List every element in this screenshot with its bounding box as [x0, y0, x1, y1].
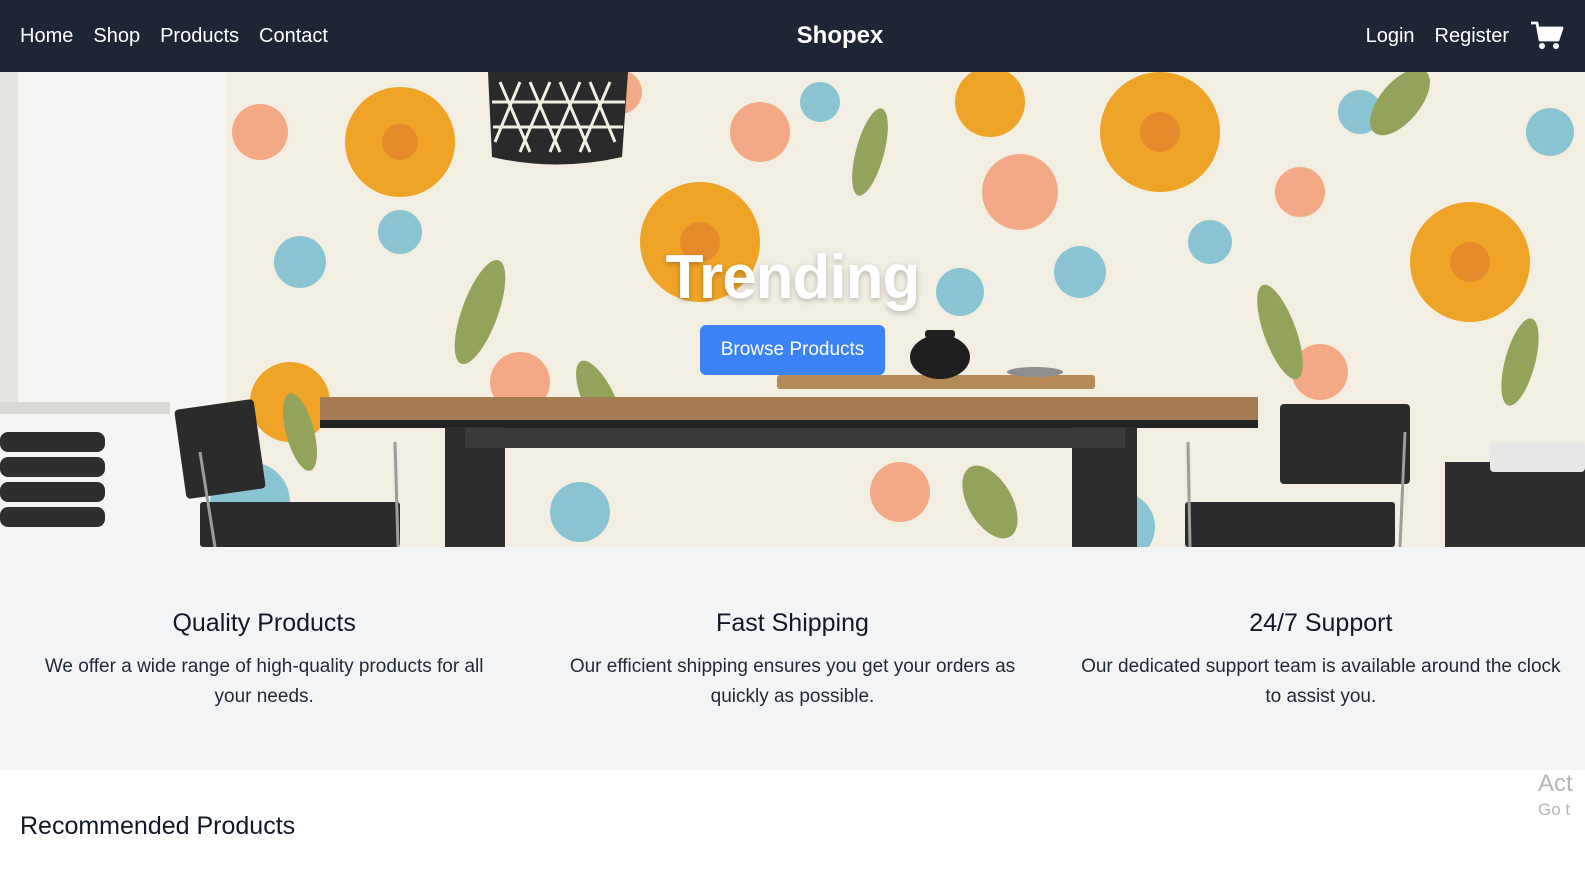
- register-link[interactable]: Register: [1435, 25, 1509, 48]
- feature-shipping: Fast Shipping Our efficient shipping ens…: [528, 547, 1056, 770]
- watermark-line-1: Act: [1538, 770, 1573, 797]
- recommended-products-heading: Recommended Products: [20, 812, 296, 840]
- hero-banner: Trending Browse Products: [0, 72, 1585, 547]
- login-link[interactable]: Login: [1366, 25, 1415, 48]
- brand-logo[interactable]: Shopex: [797, 22, 884, 50]
- nav-link-products[interactable]: Products: [160, 25, 239, 48]
- pendant-lamp: [488, 72, 628, 165]
- feature-title: Fast Shipping: [716, 609, 869, 637]
- nav-link-home[interactable]: Home: [20, 25, 73, 48]
- nav-link-contact[interactable]: Contact: [259, 25, 328, 48]
- windows-activation-watermark: Act Go t: [1538, 770, 1573, 820]
- hero-title: Trending: [665, 243, 921, 312]
- feature-description: Our dedicated support team is available …: [1081, 656, 1561, 707]
- nav-account: Login Register: [1366, 18, 1565, 54]
- browse-products-button[interactable]: Browse Products: [700, 325, 885, 375]
- feature-description: Our efficient shipping ensures you get y…: [569, 656, 1016, 707]
- nav-links: Home Shop Products Contact: [20, 25, 328, 48]
- watermark-line-2: Go t: [1538, 800, 1571, 819]
- feature-title: Quality Products: [172, 609, 356, 637]
- feature-title: 24/7 Support: [1249, 609, 1393, 637]
- top-navbar: Home Shop Products Contact Shopex Login …: [0, 0, 1585, 72]
- feature-support: 24/7 Support Our dedicated support team …: [1057, 547, 1585, 770]
- feature-description: We offer a wide range of high-quality pr…: [44, 656, 484, 707]
- shopping-cart-icon[interactable]: [1529, 18, 1565, 54]
- features-section: Quality Products We offer a wide range o…: [0, 547, 1585, 770]
- feature-quality: Quality Products We offer a wide range o…: [0, 547, 528, 770]
- nav-link-shop[interactable]: Shop: [93, 25, 140, 48]
